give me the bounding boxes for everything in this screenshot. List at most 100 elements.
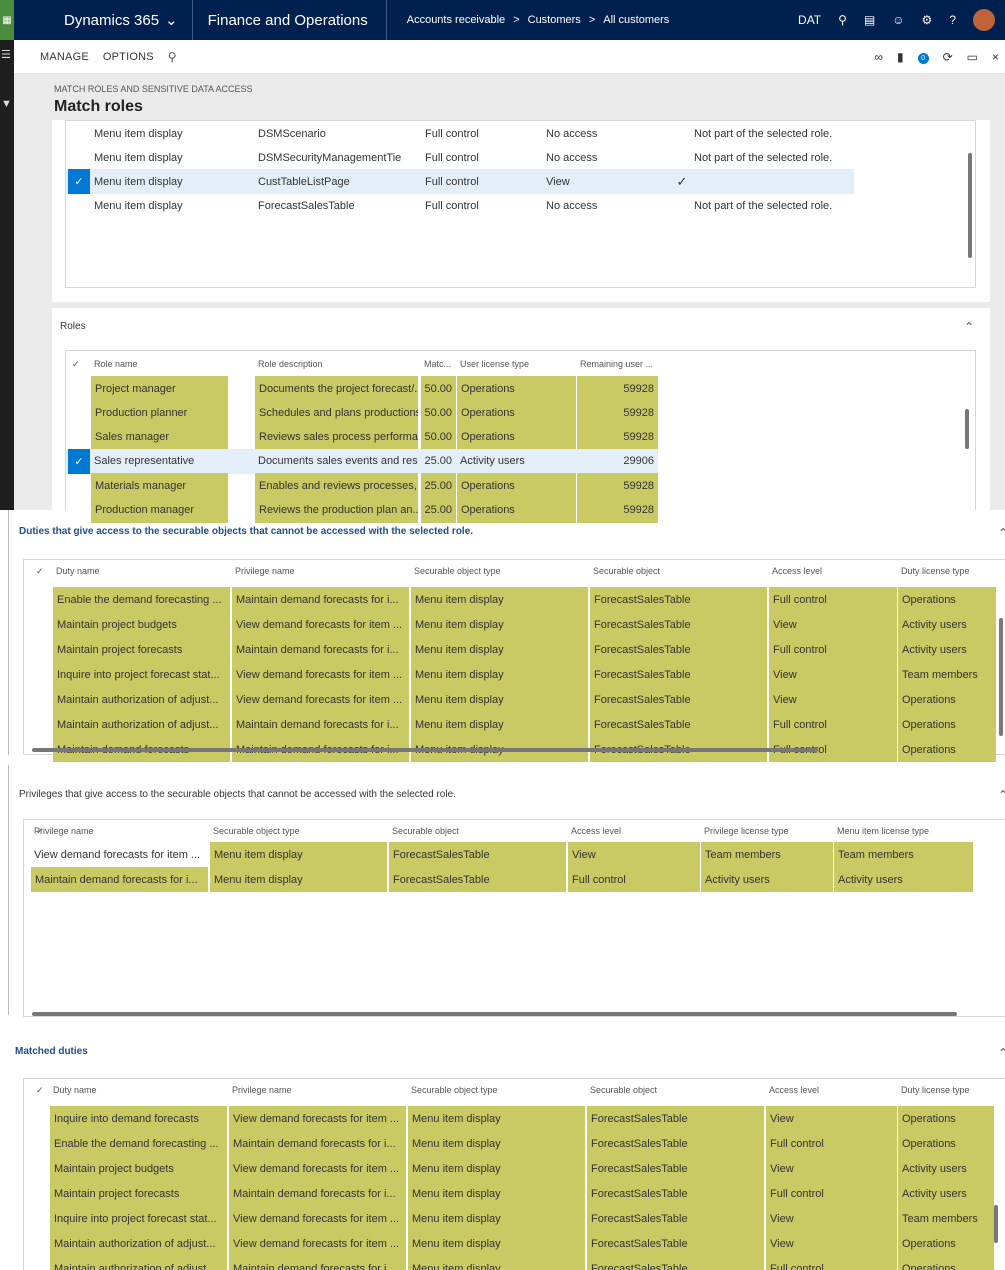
column-header[interactable]: Privilege name: [30, 820, 208, 842]
chevron-up-icon[interactable]: ⌃: [998, 1046, 1005, 1060]
column-header[interactable]: Privilege name: [231, 560, 409, 582]
table-cell: Maintain demand forecasts for i...: [231, 587, 409, 612]
attachments-icon[interactable]: 0: [917, 49, 929, 64]
row-checkbox[interactable]: [68, 473, 90, 498]
link-icon[interactable]: ∞: [874, 50, 883, 64]
column-header[interactable]: Privilege name: [228, 1079, 406, 1101]
vertical-scrollbar[interactable]: [965, 409, 969, 449]
table-row[interactable]: Inquire into project forecast stat... Vie…: [24, 662, 996, 687]
table-row[interactable]: ✓ Menu item display CustTableListPage Full …: [66, 169, 854, 194]
row-checkbox[interactable]: [68, 121, 90, 146]
manage-tab[interactable]: MANAGE: [14, 51, 89, 63]
column-header[interactable]: Role name: [90, 353, 228, 375]
refresh-icon[interactable]: ⟳: [943, 50, 953, 64]
row-checkbox[interactable]: [68, 400, 90, 425]
table-row[interactable]: Production planner Schedules and plans pr…: [66, 400, 658, 426]
table-row[interactable]: Inquire into project forecast stat... Vie…: [24, 1206, 994, 1231]
table-row[interactable]: Sales manager Reviews sales process perfo…: [66, 424, 658, 450]
app-launcher-icon[interactable]: ▦: [0, 0, 14, 40]
product-switcher[interactable]: Dynamics 365 ⌄: [14, 0, 192, 40]
table-row[interactable]: Production manager Reviews the production…: [66, 497, 658, 523]
row-checkbox[interactable]: [68, 376, 90, 401]
table-cell: ForecastSalesTable: [586, 1231, 764, 1256]
vertical-scrollbar[interactable]: [999, 618, 1003, 736]
company-picker[interactable]: DAT: [798, 13, 821, 27]
hamburger-icon[interactable]: ☰: [1, 48, 11, 61]
column-header[interactable]: Securable object: [589, 560, 767, 582]
message-icon[interactable]: ▤: [864, 13, 875, 27]
table-row[interactable]: Maintain authorization of adjust... Maint…: [24, 712, 996, 737]
row-checkbox[interactable]: [68, 193, 90, 218]
column-header[interactable]: Securable object type: [407, 1079, 585, 1101]
table-row[interactable]: Enable the demand forecasting ... Maintai…: [24, 1131, 994, 1156]
table-row[interactable]: Maintain authorization of adjust... Maint…: [24, 1256, 994, 1270]
table-row[interactable]: Maintain authorization of adjust... View …: [24, 687, 996, 712]
row-checkbox[interactable]: ✓: [68, 169, 90, 194]
column-header[interactable]: Matc...: [420, 353, 456, 375]
smiley-icon[interactable]: ☺: [892, 13, 904, 27]
vertical-scrollbar[interactable]: [994, 1205, 998, 1243]
filter-icon[interactable]: ▼: [1, 98, 12, 110]
grid-header: ✓ Privilege name Securable object type Secu…: [24, 820, 1005, 842]
breadcrumb-item[interactable]: Accounts receivable: [407, 14, 505, 26]
chevron-up-icon[interactable]: ⌃: [998, 788, 1005, 802]
table-row[interactable]: ✓ Sales representative Documents sales eve…: [66, 448, 658, 474]
column-header[interactable]: Access level: [567, 820, 700, 842]
table-row[interactable]: Maintain project forecasts Maintain deman…: [24, 637, 996, 662]
horizontal-scrollbar[interactable]: [32, 748, 818, 752]
table-row[interactable]: Inquire into demand forecasts View demand…: [24, 1106, 994, 1131]
table-row[interactable]: Menu item display DSMSecurityManagementTi…: [66, 145, 854, 170]
column-header[interactable]: Securable object type: [209, 820, 387, 842]
column-header[interactable]: Duty license type: [897, 1079, 994, 1101]
vertical-scrollbar[interactable]: [968, 153, 972, 258]
help-icon[interactable]: ?: [949, 13, 956, 27]
search-icon[interactable]: ⚲: [154, 50, 177, 64]
table-row[interactable]: Materials manager Enables and reviews pro…: [66, 473, 658, 499]
table-row[interactable]: View demand forecasts for item ... Menu i…: [24, 842, 974, 867]
column-header[interactable]: Securable object: [388, 820, 566, 842]
column-header[interactable]: Duty name: [49, 1079, 227, 1101]
column-header[interactable]: Duty license type: [897, 560, 996, 582]
column-header[interactable]: Menu item license type: [833, 820, 973, 842]
table-row[interactable]: Maintain project budgets View demand fore…: [24, 612, 996, 637]
table-row[interactable]: Maintain project budgets View demand fore…: [24, 1156, 994, 1181]
action-pane: MANAGE OPTIONS ⚲ ∞ ▮ 0 ⟳ ▭ ×: [14, 40, 1005, 74]
column-header[interactable]: Privilege license type: [700, 820, 833, 842]
table-row[interactable]: Enable the demand forecasting ... Maintai…: [24, 587, 996, 612]
select-all-checkbox[interactable]: ✓: [32, 560, 52, 582]
horizontal-scrollbar[interactable]: [32, 1012, 957, 1016]
chevron-up-icon[interactable]: ⌃: [998, 526, 1005, 540]
row-checkbox[interactable]: [68, 425, 90, 450]
table-row[interactable]: Maintain project forecasts Maintain deman…: [24, 1181, 994, 1206]
close-icon[interactable]: ×: [992, 50, 999, 64]
table-row[interactable]: Maintain authorization of adjust... View …: [24, 1231, 994, 1256]
popout-icon[interactable]: ▭: [967, 50, 978, 64]
row-checkbox[interactable]: [68, 498, 90, 523]
table-row[interactable]: Menu item display DSMScenario Full control…: [66, 121, 854, 146]
column-header[interactable]: User license type: [456, 353, 576, 375]
column-header[interactable]: Access level: [768, 560, 898, 582]
options-tab[interactable]: OPTIONS: [89, 51, 154, 63]
chevron-up-icon[interactable]: ⌃: [964, 320, 974, 334]
table-cell: Operations: [456, 497, 576, 523]
gear-icon[interactable]: ⚙: [922, 13, 933, 27]
column-header[interactable]: Access level: [765, 1079, 898, 1101]
breadcrumb-item[interactable]: All customers: [603, 14, 669, 26]
avatar[interactable]: [973, 9, 995, 31]
row-checkbox[interactable]: [68, 145, 90, 170]
table-cell: Inquire into demand forecasts: [49, 1106, 227, 1131]
column-header[interactable]: Remaining user ...: [576, 353, 658, 375]
office-icon[interactable]: ▮: [897, 50, 904, 64]
search-icon[interactable]: ⚲: [838, 13, 847, 27]
column-header[interactable]: Role description: [254, 353, 418, 375]
table-row[interactable]: Project manager Documents the project for…: [66, 376, 658, 401]
column-header[interactable]: Securable object type: [410, 560, 588, 582]
select-all-checkbox[interactable]: ✓: [68, 353, 88, 375]
column-header[interactable]: Duty name: [52, 560, 230, 582]
row-checkbox[interactable]: ✓: [68, 448, 90, 474]
table-row[interactable]: Maintain demand forecasts for i... Menu i…: [24, 867, 974, 892]
column-header[interactable]: Securable object: [586, 1079, 764, 1101]
table-row[interactable]: Menu item display ForecastSalesTable Full …: [66, 193, 854, 218]
matched-duties-title: Matched duties: [15, 1046, 88, 1057]
breadcrumb-item[interactable]: Customers: [528, 14, 581, 26]
